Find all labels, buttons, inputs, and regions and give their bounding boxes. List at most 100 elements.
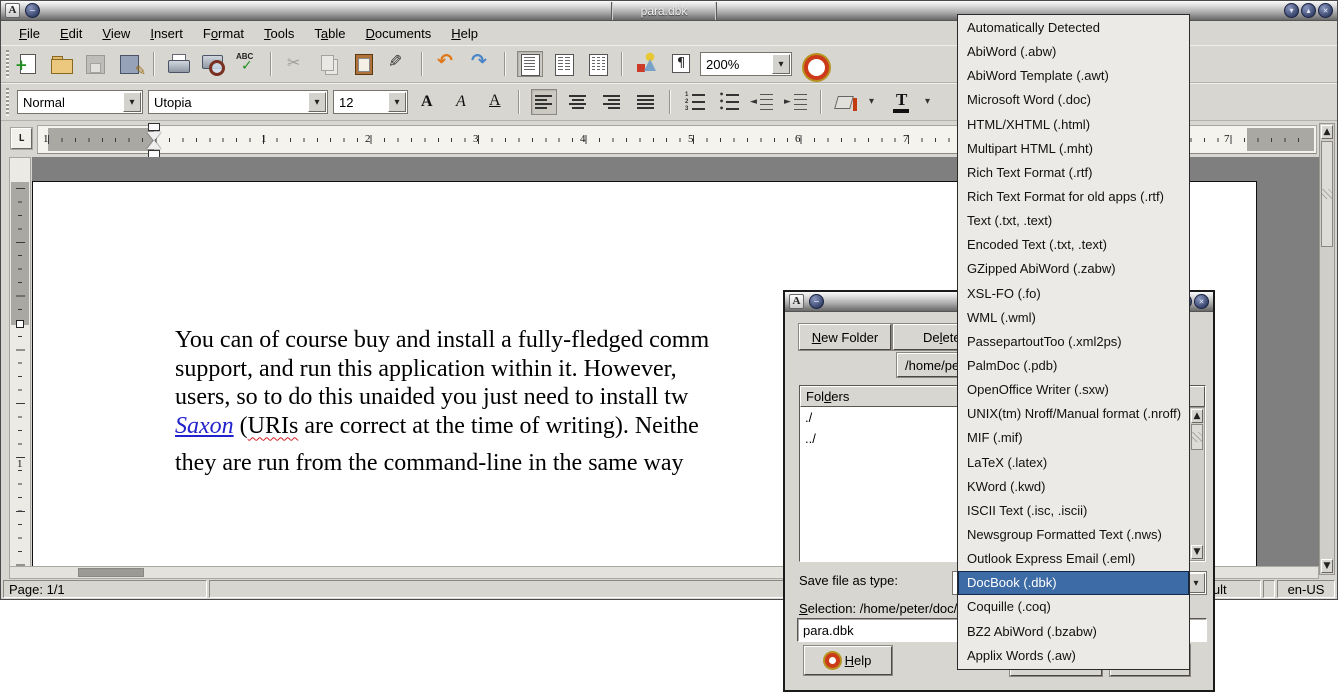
scrollbar-thumb[interactable] (1321, 141, 1333, 247)
bold-icon[interactable] (414, 89, 440, 115)
menu-item[interactable]: Documents (356, 24, 442, 43)
unindent-icon[interactable] (750, 89, 776, 115)
scrollbar-thumb[interactable] (1191, 424, 1203, 450)
chevron-down-icon[interactable] (123, 92, 141, 112)
chevron-down-icon[interactable] (772, 54, 790, 74)
menu-item[interactable]: Format (193, 24, 254, 43)
indent-icon[interactable] (784, 89, 810, 115)
hyperlink-saxon[interactable]: Saxon (175, 413, 234, 439)
close-icon[interactable] (1194, 294, 1209, 309)
format-menu-item[interactable]: AbiWord Template (.awt) (958, 64, 1189, 88)
format-menu-item[interactable]: Coquille (.coq) (958, 595, 1189, 619)
fill-bucket-icon[interactable] (833, 89, 859, 115)
format-menu-item[interactable]: HTML/XHTML (.html) (958, 113, 1189, 137)
format-menu-item[interactable]: Newsgroup Formatted Text (.nws) (958, 523, 1189, 547)
text-color-icon[interactable] (889, 89, 915, 115)
zoom-combo[interactable]: 200% (700, 52, 792, 76)
view-columns-2-icon[interactable] (551, 51, 577, 77)
folder-item[interactable]: ./ (800, 407, 980, 428)
format-menu-item[interactable]: WML (.wml) (958, 306, 1189, 330)
format-menu-item[interactable]: UNIX(tm) Nroff/Manual format (.nroff) (958, 402, 1189, 426)
open-icon[interactable] (49, 51, 75, 77)
format-menu-item[interactable]: Encoded Text (.txt, .text) (958, 233, 1189, 257)
window-menu-button[interactable] (809, 294, 824, 309)
insert-symbol-icon[interactable] (634, 51, 660, 77)
top-margin-handle[interactable] (16, 320, 24, 328)
menu-item[interactable]: Help (441, 24, 488, 43)
toolbar-grip[interactable] (4, 50, 11, 78)
scrollbar-thumb[interactable] (78, 568, 144, 577)
menu-item[interactable]: Edit (50, 24, 92, 43)
stylus-icon[interactable] (385, 51, 411, 77)
menu-item[interactable]: File (9, 24, 50, 43)
copy-icon[interactable] (317, 51, 343, 77)
chevron-down-icon[interactable] (388, 92, 406, 112)
menu-item[interactable]: Insert (140, 24, 193, 43)
scroll-up-icon[interactable]: ▲ (1321, 125, 1333, 139)
spell-check-icon[interactable] (234, 51, 260, 77)
save-as-icon[interactable] (117, 51, 143, 77)
underline-icon[interactable] (482, 89, 508, 115)
undo-icon[interactable] (434, 51, 460, 77)
help-lifebuoy-icon[interactable] (800, 51, 826, 77)
format-menu-item[interactable]: Applix Words (.aw) (958, 644, 1189, 668)
format-menu-item[interactable]: Multipart HTML (.mht) (958, 137, 1189, 161)
format-menu-item[interactable]: LaTeX (.latex) (958, 451, 1189, 475)
minimize-icon[interactable] (1284, 3, 1299, 18)
new-folder-button[interactable]: New Folder (799, 324, 891, 350)
view-columns-3-icon[interactable] (585, 51, 611, 77)
font-size-combo[interactable]: 12 (333, 90, 408, 114)
menu-item[interactable]: View (92, 24, 140, 43)
redo-icon[interactable] (468, 51, 494, 77)
format-menu-item[interactable]: OpenOffice Writer (.sxw) (958, 378, 1189, 402)
cut-icon[interactable] (283, 51, 309, 77)
format-menu-item[interactable]: Automatically Detected (958, 16, 1189, 40)
format-menu-item[interactable]: Rich Text Format (.rtf) (958, 161, 1189, 185)
format-menu-item[interactable]: AbiWord (.abw) (958, 40, 1189, 64)
show-paragraphs-icon[interactable] (668, 51, 694, 77)
align-justify-icon[interactable] (633, 89, 659, 115)
format-menu-item[interactable]: ISCII Text (.isc, .iscii) (958, 499, 1189, 523)
print-preview-icon[interactable] (200, 51, 226, 77)
scroll-up-icon[interactable]: ▲ (1191, 409, 1203, 423)
indent-marker[interactable] (146, 123, 162, 158)
save-icon[interactable] (83, 51, 109, 77)
format-menu-item[interactable]: DocBook (.dbk) (958, 571, 1189, 595)
format-menu-item[interactable]: GZipped AbiWord (.zabw) (958, 257, 1189, 281)
paste-icon[interactable] (351, 51, 377, 77)
vertical-ruler[interactable]: 1 (9, 157, 31, 567)
help-button[interactable]: Help (804, 646, 892, 675)
format-menu-item[interactable]: PassepartoutToo (.xml2ps) (958, 330, 1189, 354)
tab-stop-selector[interactable]: L (11, 128, 32, 149)
align-left-icon[interactable] (531, 89, 557, 115)
caret-icon[interactable] (867, 89, 881, 115)
folder-item[interactable]: ../ (800, 428, 980, 449)
scroll-down-icon[interactable]: ▼ (1321, 559, 1333, 573)
menu-item[interactable]: Table (304, 24, 355, 43)
format-menu-item[interactable]: KWord (.kwd) (958, 475, 1189, 499)
format-menu-item[interactable]: Outlook Express Email (.eml) (958, 547, 1189, 571)
print-icon[interactable] (166, 51, 192, 77)
caret-icon[interactable] (923, 89, 937, 115)
first-line-indent-handle[interactable] (148, 123, 160, 131)
format-menu-item[interactable]: BZ2 AbiWord (.bzabw) (958, 620, 1189, 644)
scroll-down-icon[interactable]: ▼ (1191, 545, 1203, 559)
chevron-down-icon[interactable] (308, 92, 326, 112)
folders-list-header[interactable]: Folders (800, 386, 980, 407)
italic-icon[interactable] (448, 89, 474, 115)
toolbar-grip[interactable] (4, 88, 11, 116)
format-menu-item[interactable]: Microsoft Word (.doc) (958, 88, 1189, 112)
font-combo[interactable]: Utopia (148, 90, 328, 114)
files-scrollbar[interactable]: ▲ ▼ (1189, 407, 1205, 561)
maximize-icon[interactable] (1301, 3, 1316, 18)
format-menu-item[interactable]: Text (.txt, .text) (958, 209, 1189, 233)
list-bullets-icon[interactable] (716, 89, 742, 115)
format-menu-item[interactable]: PalmDoc (.pdb) (958, 354, 1189, 378)
close-icon[interactable] (1318, 3, 1333, 18)
list-numbers-icon[interactable] (682, 89, 708, 115)
align-right-icon[interactable] (599, 89, 625, 115)
new-icon[interactable] (15, 51, 41, 77)
format-menu-item[interactable]: XSL-FO (.fo) (958, 282, 1189, 306)
style-combo[interactable]: Normal (17, 90, 143, 114)
format-menu-item[interactable]: MIF (.mif) (958, 426, 1189, 450)
